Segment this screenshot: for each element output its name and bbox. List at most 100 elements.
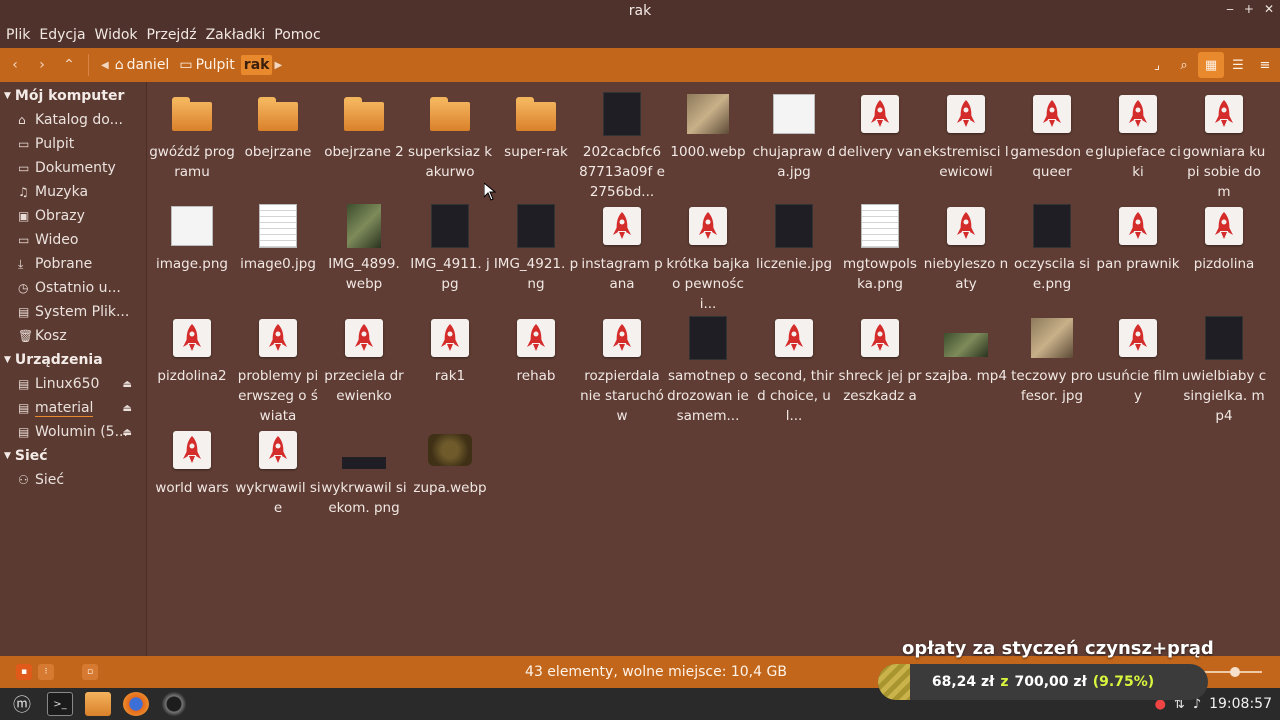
- close-icon[interactable]: ✕: [1264, 2, 1274, 16]
- file-item[interactable]: pizdolina: [1181, 202, 1267, 274]
- forward-button[interactable]: ›: [29, 52, 55, 78]
- file-name: wykrwawil sie: [235, 480, 321, 516]
- files-launcher[interactable]: [82, 690, 114, 718]
- file-item[interactable]: zupa.webp: [407, 426, 493, 498]
- folder-item[interactable]: obejrzane 2: [321, 90, 407, 162]
- file-item[interactable]: teczowy profesor. jpg: [1009, 314, 1095, 406]
- file-item[interactable]: pizdolina2: [149, 314, 235, 386]
- file-item[interactable]: ekstremisci lewicowi: [923, 90, 1009, 182]
- file-item[interactable]: world wars: [149, 426, 235, 498]
- sidebar-item-videos[interactable]: ▭ Wideo: [0, 228, 146, 252]
- clock[interactable]: 19:08:57: [1209, 696, 1272, 712]
- minimize-icon[interactable]: ‒: [1226, 2, 1234, 16]
- file-item[interactable]: 1000.webp: [665, 90, 751, 162]
- file-item[interactable]: rehab: [493, 314, 579, 386]
- sidebar-item-downloads[interactable]: ⤓ Pobrane: [0, 252, 146, 276]
- breadcrumb-right-arrow-icon[interactable]: ▶: [274, 60, 282, 71]
- file-item[interactable]: gamesdon equeer: [1009, 90, 1095, 182]
- menu-go[interactable]: Przejdź: [147, 27, 202, 43]
- sidebar-item-recent[interactable]: ◷ Ostatnio u...: [0, 276, 146, 300]
- file-item[interactable]: image0.jpg: [235, 202, 321, 274]
- file-grid[interactable]: gwóźdź programu obejrzane obejrzane 2 super…: [148, 82, 1280, 656]
- rocket-file-icon: [1114, 314, 1162, 362]
- file-item[interactable]: mgtowpols ka.png: [837, 202, 923, 294]
- file-item[interactable]: problemy pierwszeg o świata: [235, 314, 321, 426]
- file-item[interactable]: przeciela drewienko: [321, 314, 407, 406]
- file-item[interactable]: pan prawnik: [1095, 202, 1181, 274]
- terminal-launcher[interactable]: >_: [44, 690, 76, 718]
- maximize-icon[interactable]: +: [1244, 2, 1254, 16]
- folder-item[interactable]: gwóźdź programu: [149, 90, 235, 182]
- menu-file[interactable]: Plik: [6, 27, 35, 43]
- breadcrumb-left-arrow-icon[interactable]: ◀: [101, 60, 109, 71]
- file-item[interactable]: liczenie.jpg: [751, 202, 837, 274]
- file-item[interactable]: second, third choice, ul...: [751, 314, 837, 426]
- sidebar-item-pictures[interactable]: ▣ Obrazy: [0, 204, 146, 228]
- sidebar-item-linux650[interactable]: ▤ Linux650 ⏏: [0, 372, 146, 396]
- file-item[interactable]: rozpierdala nie staruchów: [579, 314, 665, 426]
- file-item[interactable]: rak1: [407, 314, 493, 386]
- compact-view-button[interactable]: ≡: [1252, 52, 1278, 78]
- file-name: glupieface ciki: [1095, 144, 1181, 180]
- file-item[interactable]: gowniara kupi sobie dom: [1181, 90, 1267, 202]
- zoom-slider-knob[interactable]: [1230, 667, 1240, 677]
- sidebar-item-filesystem[interactable]: ▤ System Plik...: [0, 300, 146, 324]
- toggle-location-button[interactable]: ⌟: [1144, 52, 1170, 78]
- sidebar-section-network[interactable]: ▼ Sieć: [0, 444, 146, 468]
- eject-icon[interactable]: ⏏: [123, 403, 132, 414]
- menu-view[interactable]: Widok: [95, 27, 143, 43]
- file-item[interactable]: IMG_4899. webp: [321, 202, 407, 294]
- file-name: obejrzane: [244, 144, 312, 160]
- file-item[interactable]: niebyleszo naty: [923, 202, 1009, 294]
- folder-item[interactable]: super-rak: [493, 90, 579, 162]
- sidebar-item-network[interactable]: ⚇ Sieć: [0, 468, 146, 492]
- folder-item[interactable]: superksiaz kakurwo: [407, 90, 493, 182]
- file-item[interactable]: delivery van: [837, 90, 923, 162]
- up-button[interactable]: ⌃: [56, 52, 82, 78]
- sidebar-item-volume[interactable]: ▤ Wolumin (5... ⏏: [0, 420, 146, 444]
- file-item[interactable]: glupieface ciki: [1095, 90, 1181, 182]
- sidebar-item-documents[interactable]: ▭ Dokumenty: [0, 156, 146, 180]
- file-item[interactable]: oczyscila sie.png: [1009, 202, 1095, 294]
- sidebar-item-home[interactable]: ⌂ Katalog do...: [0, 108, 146, 132]
- file-item[interactable]: 202cacbfc6 87713a09f e2756bd...: [579, 90, 665, 202]
- sidebar-section-devices[interactable]: ▼ Urządzenia: [0, 348, 146, 372]
- menu-help[interactable]: Pomoc: [274, 27, 325, 43]
- folder-item[interactable]: obejrzane: [235, 90, 321, 162]
- sidebar-item-desktop[interactable]: ▭ Pulpit: [0, 132, 146, 156]
- window-titlebar[interactable]: rak ‒ + ✕: [0, 0, 1280, 22]
- file-item[interactable]: krótka bajka o pewności...: [665, 202, 751, 314]
- sidebar-section-computer[interactable]: ▼ Mój komputer: [0, 84, 146, 108]
- sidebar-item-material[interactable]: ▤ material ⏏: [0, 396, 146, 420]
- firefox-launcher[interactable]: [120, 690, 152, 718]
- file-item[interactable]: usuńcie filmy: [1095, 314, 1181, 406]
- menu-bookmarks[interactable]: Zakładki: [206, 27, 271, 43]
- breadcrumb-desktop[interactable]: ▭ Pulpit: [175, 55, 238, 75]
- breadcrumb-home[interactable]: ⌂ daniel: [111, 55, 174, 75]
- file-item[interactable]: instagram pana: [579, 202, 665, 294]
- chevron-right-icon: ›: [39, 57, 45, 73]
- file-item[interactable]: shreck jej przeszkadz a: [837, 314, 923, 406]
- sidebar-item-label: Sieć: [35, 472, 65, 488]
- search-button[interactable]: ⌕: [1171, 52, 1197, 78]
- obs-launcher[interactable]: [158, 690, 190, 718]
- file-item[interactable]: IMG_4921. png: [493, 202, 579, 294]
- sidebar-item-music[interactable]: ♫ Muzyka: [0, 180, 146, 204]
- file-item[interactable]: image.png: [149, 202, 235, 274]
- sidebar-item-trash[interactable]: 🗑 Kosz: [0, 324, 146, 348]
- back-button[interactable]: ‹: [2, 52, 28, 78]
- menu-button[interactable]: ⓜ: [6, 690, 38, 718]
- eject-icon[interactable]: ⏏: [123, 379, 132, 390]
- breadcrumb-current[interactable]: rak: [240, 55, 273, 75]
- file-item[interactable]: samotnep odrozowan iesamem...: [665, 314, 751, 426]
- list-view-button[interactable]: ☰: [1225, 52, 1251, 78]
- file-item[interactable]: chujapraw da.jpg: [751, 90, 837, 182]
- file-item[interactable]: wykrwawil sie: [235, 426, 321, 518]
- file-item[interactable]: wykrwawil siekom. png: [321, 426, 407, 518]
- icon-view-button[interactable]: ▦: [1198, 52, 1224, 78]
- file-item[interactable]: uwielbiaby csingielka. mp4: [1181, 314, 1267, 426]
- menu-edit[interactable]: Edycja: [39, 27, 90, 43]
- eject-icon[interactable]: ⏏: [123, 427, 132, 438]
- file-item[interactable]: IMG_4911. jpg: [407, 202, 493, 294]
- file-item[interactable]: szajba. mp4: [923, 314, 1009, 386]
